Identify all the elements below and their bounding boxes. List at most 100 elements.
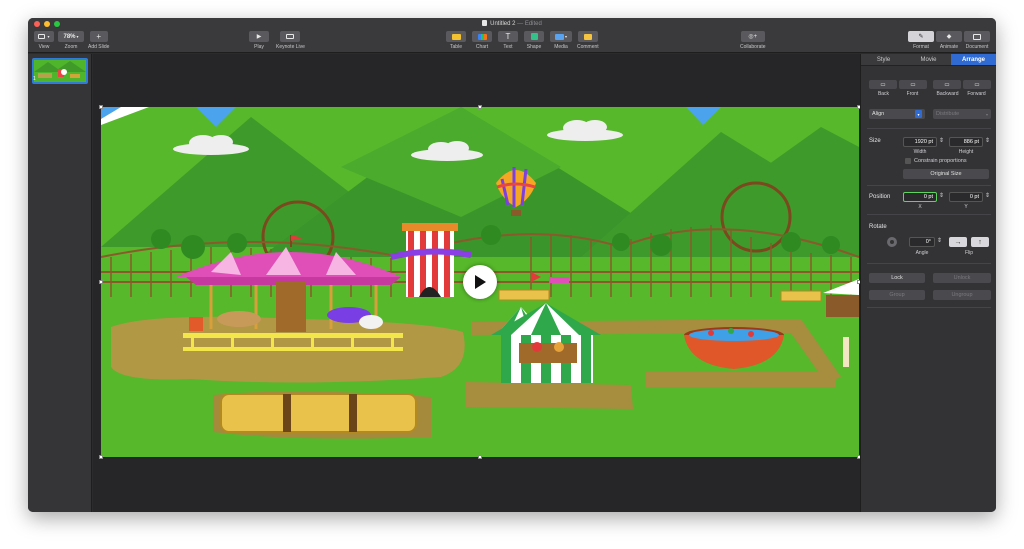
size-label: Size [869,138,881,144]
document-icon [482,20,488,26]
text-icon: T [505,32,511,41]
zoom-select[interactable]: 78% ▾ Zoom [58,31,84,50]
slide[interactable] [101,107,859,457]
text-button[interactable]: T Text [498,31,518,50]
ungroup-button[interactable]: Ungroup [933,290,991,300]
front-button[interactable]: ▭ [899,80,927,89]
width-label: Width [913,149,927,155]
chevron-down-icon: ▾ [76,34,79,39]
tab-movie[interactable]: Movie [906,54,951,65]
play-icon [475,275,486,289]
back-button[interactable]: ▭ [869,80,897,89]
collaborate-button[interactable]: ◎+ Collaborate [740,31,766,50]
tab-style[interactable]: Style [861,54,906,65]
selection-handle[interactable] [478,105,482,109]
keynote-window: Untitled 2 — Edited ▾ View 78% ▾ Zoom + A… [28,18,996,512]
slide-canvas[interactable] [93,54,861,512]
x-label: X [918,204,922,210]
rotation-wheel[interactable] [887,237,897,247]
plus-icon: + [96,32,102,41]
play-button[interactable]: ▶ Play [249,31,269,50]
selection-handle[interactable] [99,280,103,284]
width-stepper[interactable]: ⇕ [939,137,944,144]
front-label: Front [906,91,919,97]
x-stepper[interactable]: ⇕ [939,192,944,199]
angle-label: Angle [915,250,929,256]
divider [867,263,991,264]
chart-button[interactable]: Chart [472,31,492,50]
slide-navigator: 1 [28,54,92,512]
slide-number: 1 [33,76,36,82]
y-label: Y [964,204,968,210]
backward-icon: ▭ [944,81,950,88]
front-icon: ▭ [910,81,916,88]
y-stepper[interactable]: ⇕ [985,192,990,199]
slide-thumbnail[interactable] [32,58,88,84]
x-position-field[interactable]: 0 pt [903,192,937,202]
original-size-button[interactable]: Original Size [903,169,989,179]
height-field[interactable]: 886 pt [949,137,983,147]
view-icon [38,34,46,39]
shape-icon [530,33,538,40]
position-label: Position [869,194,891,200]
distribute-select[interactable]: Distribute ▾ [933,109,991,119]
checkbox-icon [905,158,911,164]
format-inspector: Style Movie Arrange ▭ ▭ ▭ ▭ Back Front B… [860,54,996,512]
keynote-live-icon [286,34,295,39]
play-icon: ▶ [256,34,262,40]
rotate-label: Rotate [869,224,887,230]
forward-button[interactable]: ▭ [963,80,991,89]
group-button[interactable]: Group [869,290,925,300]
unlock-button[interactable]: Unlock [933,273,991,283]
document-button[interactable]: Document [964,31,990,50]
angle-field[interactable]: 0° [909,237,935,247]
back-icon: ▭ [880,81,886,88]
animate-icon: ◆ [946,34,952,40]
add-slide-button[interactable]: + Add Slide [88,31,109,50]
slide-thumbnail-image [34,61,86,78]
constrain-proportions-checkbox[interactable]: Constrain proportions [905,158,967,164]
layer-step-group: ▭ ▭ [933,80,991,89]
shape-button[interactable]: Shape [524,31,544,50]
angle-stepper[interactable]: ⇕ [937,237,942,244]
divider [867,214,991,215]
tab-arrange[interactable]: Arrange [951,54,996,65]
align-select[interactable]: Align ▾ [869,109,925,119]
movie-play-button[interactable] [463,265,497,299]
table-button[interactable]: Table [446,31,466,50]
chevron-down-icon: ▾ [564,34,567,39]
keynote-live-button[interactable]: Keynote Live [276,31,305,50]
layer-order-group: ▭ ▭ [869,80,927,89]
media-icon [554,33,564,40]
format-button[interactable]: ✎ Format [908,31,934,50]
selection-handle[interactable] [99,105,103,109]
rotation-knob-icon [890,240,894,244]
view-button[interactable]: ▾ View [34,31,54,50]
selection-handle[interactable] [478,455,482,459]
divider [867,307,991,308]
collaborate-icon: ◎+ [748,34,758,40]
width-field[interactable]: 1920 pt [903,137,937,147]
flip-label: Flip [964,250,974,256]
document-panel-icon [973,33,981,40]
flip-horizontal-button[interactable]: → [949,237,967,247]
toolbar: Untitled 2 — Edited ▾ View 78% ▾ Zoom + A… [28,18,996,53]
selection-handle[interactable] [99,455,103,459]
inspector-tabs: Style Movie Arrange [861,54,996,66]
chevron-down-icon: ▾ [915,110,922,118]
height-stepper[interactable]: ⇕ [985,137,990,144]
flip-vertical-button[interactable]: ↑ [971,237,989,247]
paintbrush-icon: ✎ [918,34,924,40]
media-button[interactable]: ▾ Media [550,31,572,50]
chart-icon [477,33,487,40]
forward-label: Forward [967,91,986,97]
comment-button[interactable]: Comment [577,31,599,50]
arrow-right-icon: → [954,238,962,246]
forward-icon: ▭ [974,81,980,88]
table-icon [451,33,461,40]
y-position-field[interactable]: 0 pt [949,192,983,202]
lock-button[interactable]: Lock [869,273,925,283]
animate-button[interactable]: ◆ Animate [936,31,962,50]
comment-icon [583,33,592,40]
backward-button[interactable]: ▭ [933,80,961,89]
